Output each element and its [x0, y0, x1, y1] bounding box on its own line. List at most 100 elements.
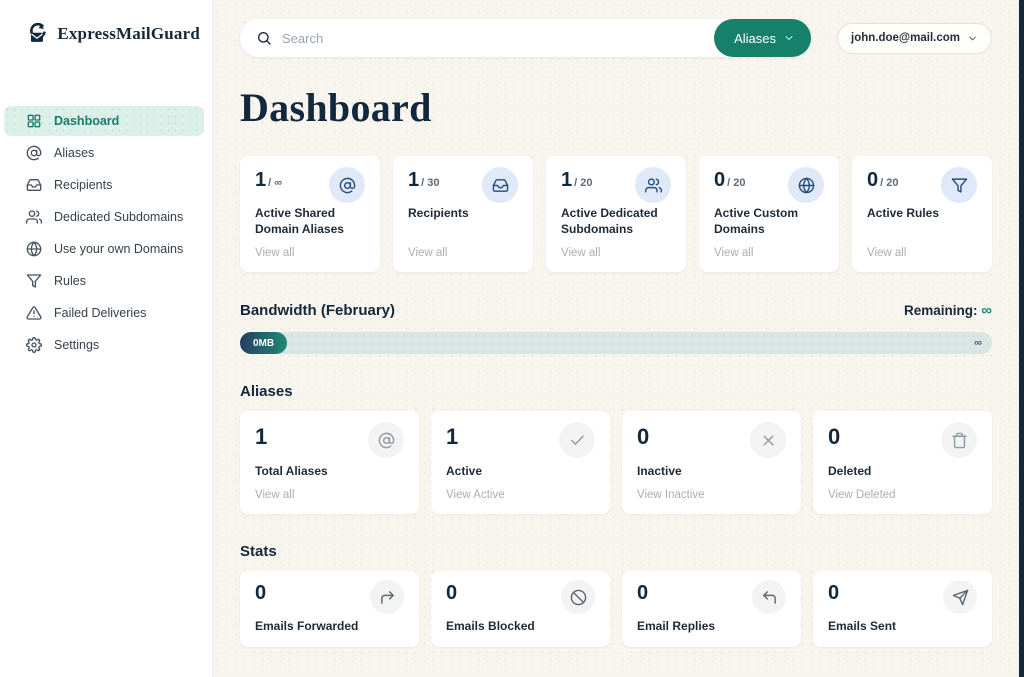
- sidebar-item-dashboard[interactable]: Dashboard: [4, 106, 204, 136]
- at-icon: [26, 145, 42, 161]
- card-value: 0: [446, 582, 457, 605]
- sidebar-item-label: Failed Deliveries: [54, 306, 146, 320]
- card-label: Active Custom Domains: [714, 205, 824, 237]
- card-label: Active Shared Domain Aliases: [255, 205, 365, 237]
- alert-triangle-icon: [26, 305, 42, 321]
- at-icon: [329, 167, 365, 203]
- alias-card-active: 1 Active View Active: [431, 411, 610, 514]
- sidebar-item-label: Recipients: [54, 178, 112, 192]
- card-value: 0: [255, 582, 266, 605]
- card-value: 1: [561, 169, 572, 191]
- inbox-icon: [482, 167, 518, 203]
- aliases-section-title: Aliases: [240, 383, 992, 400]
- alias-card-deleted: 0 Deleted View Deleted: [813, 411, 992, 514]
- view-all-link[interactable]: View all: [867, 247, 977, 259]
- user-account-menu[interactable]: john.doe@mail.com: [837, 23, 992, 54]
- search-scope-button[interactable]: Aliases: [714, 19, 811, 57]
- scrollbar[interactable]: [1019, 0, 1024, 677]
- sidebar-item-label: Dedicated Subdomains: [54, 210, 183, 224]
- card-limit: / 20: [574, 177, 592, 189]
- bandwidth-used-pill: 0MB: [240, 332, 287, 354]
- sidebar-item-label: Use your own Domains: [54, 242, 183, 256]
- card-label: Email Replies: [637, 618, 786, 634]
- inbox-icon: [26, 177, 42, 193]
- search-scope-label: Aliases: [734, 31, 776, 46]
- sidebar-item-label: Aliases: [54, 146, 94, 160]
- view-all-link[interactable]: View all: [255, 247, 365, 259]
- sidebar-item-dedicated-subdomains[interactable]: Dedicated Subdomains: [4, 202, 204, 232]
- sidebar-nav: Dashboard Aliases Recipients Dedicated S…: [0, 106, 212, 361]
- sidebar-item-rules[interactable]: Rules: [4, 266, 204, 296]
- check-icon: [559, 422, 595, 458]
- topbar: Aliases john.doe@mail.com: [240, 19, 992, 57]
- card-value: 0: [714, 169, 725, 191]
- grid-icon: [26, 113, 42, 129]
- sidebar-item-aliases[interactable]: Aliases: [4, 138, 204, 168]
- alias-card-total: 1 Total Aliases View all: [240, 411, 419, 514]
- users-icon: [635, 167, 671, 203]
- filter-icon: [941, 167, 977, 203]
- card-value: 0: [637, 582, 648, 605]
- aliases-cards: 1 Total Aliases View all 1 Active View A…: [240, 411, 992, 514]
- sidebar-item-recipients[interactable]: Recipients: [4, 170, 204, 200]
- sidebar-item-own-domains[interactable]: Use your own Domains: [4, 234, 204, 264]
- card-limit: / 20: [727, 177, 745, 189]
- forward-arrow-icon: [370, 580, 404, 614]
- bandwidth-remaining: Remaining: ∞: [904, 302, 992, 319]
- sidebar-item-label: Rules: [54, 274, 86, 288]
- stat-card-replies: 0 Email Replies: [622, 571, 801, 647]
- view-all-link[interactable]: View all: [714, 247, 824, 259]
- bandwidth-progress-bar: 0MB ∞: [240, 332, 992, 354]
- card-label: Emails Sent: [828, 618, 977, 634]
- view-all-link[interactable]: View all: [255, 489, 404, 501]
- sidebar-item-label: Settings: [54, 338, 99, 352]
- card-value: 1: [446, 424, 458, 450]
- view-inactive-link[interactable]: View Inactive: [637, 489, 786, 501]
- globe-icon: [26, 241, 42, 257]
- view-deleted-link[interactable]: View Deleted: [828, 489, 977, 501]
- stat-card-sent: 0 Emails Sent: [813, 571, 992, 647]
- app-window: ExpressMailGuard Dashboard Aliases Recip…: [0, 0, 1024, 677]
- send-icon: [943, 580, 977, 614]
- brand-name: ExpressMailGuard: [57, 24, 200, 44]
- card-label: Recipients: [408, 205, 518, 221]
- view-all-link[interactable]: View all: [408, 247, 518, 259]
- card-value: 1: [255, 169, 266, 191]
- overview-card-recipients: 1/ 30 Recipients View all: [393, 156, 533, 272]
- sidebar-item-failed-deliveries[interactable]: Failed Deliveries: [4, 298, 204, 328]
- card-value: 1: [408, 169, 419, 191]
- chevron-down-icon: [967, 33, 978, 44]
- brand-logo[interactable]: ExpressMailGuard: [0, 0, 212, 64]
- view-active-link[interactable]: View Active: [446, 489, 595, 501]
- sidebar-item-settings[interactable]: Settings: [4, 330, 204, 360]
- stat-card-blocked: 0 Emails Blocked: [431, 571, 610, 647]
- search-bar: Aliases: [240, 19, 811, 57]
- bandwidth-remaining-value: ∞: [981, 302, 992, 319]
- main-content: Aliases john.doe@mail.com Dashboard 1/ ∞…: [213, 0, 1024, 677]
- bandwidth-title: Bandwidth (February): [240, 302, 395, 319]
- card-label: Total Aliases: [255, 463, 404, 479]
- bandwidth-remaining-label: Remaining:: [904, 303, 978, 318]
- users-icon: [26, 209, 42, 225]
- trash-icon: [941, 422, 977, 458]
- sidebar-item-label: Dashboard: [54, 114, 119, 128]
- search-icon: [256, 30, 272, 46]
- overview-cards: 1/ ∞ Active Shared Domain Aliases View a…: [240, 156, 992, 272]
- card-limit: / 30: [421, 177, 439, 189]
- chevron-down-icon: [783, 32, 795, 44]
- view-all-link[interactable]: View all: [561, 247, 671, 259]
- reply-arrow-icon: [752, 580, 786, 614]
- card-label: Emails Blocked: [446, 618, 595, 634]
- card-value: 0: [828, 424, 840, 450]
- overview-card-shared-aliases: 1/ ∞ Active Shared Domain Aliases View a…: [240, 156, 380, 272]
- at-icon: [368, 422, 404, 458]
- stat-card-forwarded: 0 Emails Forwarded: [240, 571, 419, 647]
- card-label: Inactive: [637, 463, 786, 479]
- card-label: Active Dedicated Subdomains: [561, 205, 671, 237]
- stats-section-title: Stats: [240, 543, 992, 560]
- x-icon: [750, 422, 786, 458]
- sidebar: ExpressMailGuard Dashboard Aliases Recip…: [0, 0, 213, 677]
- card-value: 0: [828, 582, 839, 605]
- overview-card-custom-domains: 0/ 20 Active Custom Domains View all: [699, 156, 839, 272]
- globe-icon: [788, 167, 824, 203]
